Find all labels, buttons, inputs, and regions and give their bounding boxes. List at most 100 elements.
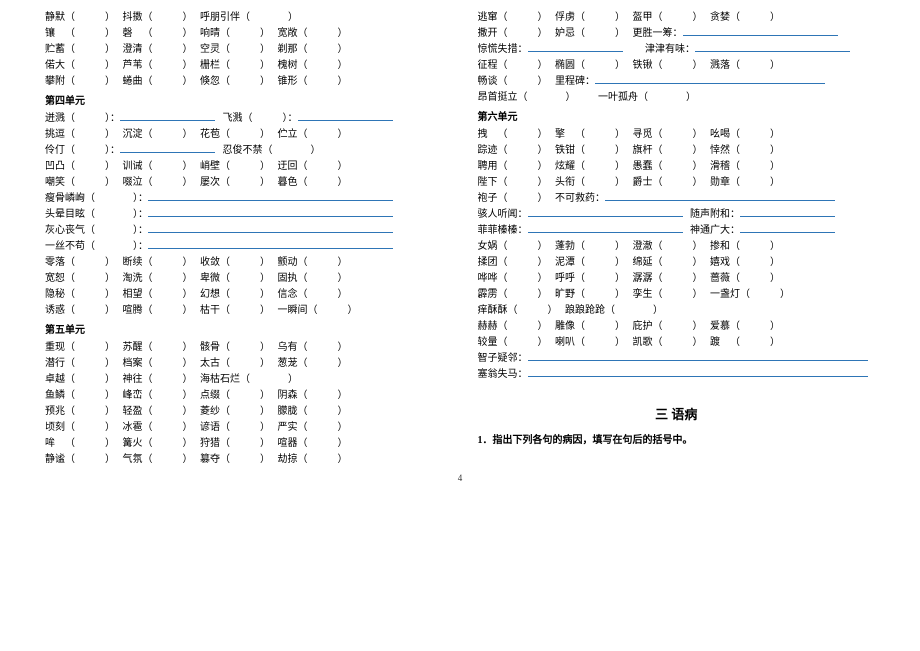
word: 卑微 — [200, 271, 220, 287]
word: 征程 — [478, 58, 498, 74]
word: 沉淀 — [123, 127, 143, 143]
word: 颤动 — [278, 255, 298, 271]
word: 抖擞 — [123, 10, 143, 26]
word: 俘虏 — [555, 10, 575, 26]
word: 较量 — [478, 335, 498, 351]
fill-blank — [683, 26, 838, 36]
fill-blank — [740, 223, 835, 233]
word: 屡次 — [200, 175, 220, 191]
fill-blank — [148, 191, 393, 201]
word: 袍子 — [478, 191, 498, 207]
word: 隐秘 — [45, 287, 65, 303]
word: 蜷曲 — [123, 74, 143, 90]
word: 逃窜 — [478, 10, 498, 26]
word: 点缀 — [200, 388, 220, 404]
word: 宽敞 — [278, 26, 298, 42]
word: 嬉戏 — [710, 255, 730, 271]
word: 拽 — [478, 127, 488, 143]
vocab-row: 偌大（） 芦苇（） 栅栏（） 槐树（） — [45, 58, 443, 74]
word: 预兆 — [45, 404, 65, 420]
word: 凹凸 — [45, 159, 65, 175]
word: 嘲笑 — [45, 175, 65, 191]
word: 陛下 — [478, 175, 498, 191]
vocab-row: 撒开（） 妒忌（） 更胜一筹： — [478, 26, 876, 42]
vocab-row: 重现（） 苏醒（） 骸骨（） 乌有（） — [45, 340, 443, 356]
word: 枯干 — [200, 303, 220, 319]
word: 篡夺 — [200, 452, 220, 468]
vocab-row: 攀附（） 蜷曲（） 倏忽（） 锥形（） — [45, 74, 443, 90]
instruction-text: 1．指出下列各句的病因，填写在句后的括号中。 — [478, 433, 876, 449]
word: 锥形 — [278, 74, 298, 90]
vocab-row: 女娲（） 蓬勃（） 澄澈（） 掺和（） — [478, 239, 876, 255]
word: 静默 — [45, 10, 65, 26]
word: 贪婪 — [710, 10, 730, 26]
word: 剃那 — [278, 42, 298, 58]
word: 谚语 — [200, 420, 220, 436]
fill-blank — [528, 367, 868, 377]
vocab-row: 霹雳（） 旷野（） 孪生（） 一盏灯（） — [478, 287, 876, 303]
word: 踱 — [710, 335, 720, 351]
fill-blank — [148, 207, 393, 217]
fill-blank — [605, 191, 835, 201]
word: 菲菲榛榛： — [478, 223, 528, 239]
word: 一瞬间 — [278, 303, 308, 319]
vocab-row: 零落（） 断续（） 收敛（） 颤动（） — [45, 255, 443, 271]
vocab-row: 昂首挺立（） 一叶孤舟（） — [478, 90, 876, 106]
word: 顷刻 — [45, 420, 65, 436]
word: 诱惑 — [45, 303, 65, 319]
word: 骸骨 — [200, 340, 220, 356]
word: 劫掠 — [278, 452, 298, 468]
word: 潺潺 — [633, 271, 653, 287]
vocab-row: 灰心丧气（）： — [45, 223, 443, 239]
word: 鱼鳞 — [45, 388, 65, 404]
word: 蓬勃 — [555, 239, 575, 255]
word: 啜泣 — [123, 175, 143, 191]
vocab-row: 拽 （） 擎 （） 寻觅（） 吆喝（） — [478, 127, 876, 143]
word: 收敛 — [200, 255, 220, 271]
word: 篝火 — [123, 436, 143, 452]
fill-blank — [528, 223, 683, 233]
vocab-row: 挑逗（） 沉淀（） 花苞（） 伫立（） — [45, 127, 443, 143]
fill-blank — [528, 207, 683, 217]
vocab-row: 塞翁失马： — [478, 367, 876, 383]
vocab-row: 较量（） 喇叭（） 凯歌（） 踱 （） — [478, 335, 876, 351]
word: 智子疑邻： — [478, 351, 528, 367]
vocab-row: 智子疑邻： — [478, 351, 876, 367]
word: 乌有 — [278, 340, 298, 356]
word: 淘洗 — [123, 271, 143, 287]
word: 训诫 — [123, 159, 143, 175]
word: 哗哗 — [478, 271, 498, 287]
word: 女娲 — [478, 239, 498, 255]
word: 花苞 — [200, 127, 220, 143]
vocab-row: 伶仃（）： 忍俊不禁（） — [45, 143, 443, 159]
word: 爱慕 — [710, 319, 730, 335]
word: 栅栏 — [200, 58, 220, 74]
vocab-row: 踪迹（） 铁钳（） 旗杆（） 悻然（） — [478, 143, 876, 159]
word: 喇叭 — [555, 335, 575, 351]
word: 攀附 — [45, 74, 65, 90]
word: 档案 — [123, 356, 143, 372]
word: 盔甲 — [633, 10, 653, 26]
vocab-row: 预兆（） 轻盈（） 菱纱（） 朦胧（） — [45, 404, 443, 420]
word: 揉团 — [478, 255, 498, 271]
word: 呼朋引伴 — [200, 10, 240, 26]
word: 苏醒 — [123, 340, 143, 356]
right-column: 逃窜（） 俘虏（） 盔甲（） 贪婪（） 撒开（） 妒忌（） 更胜一筹： 惊慌失措… — [478, 10, 876, 468]
word: 泥潭 — [555, 255, 575, 271]
word: 瘦骨嶙峋 — [45, 191, 85, 207]
vocab-row: 隐秘（） 相望（） 幻想（） 信念（） — [45, 287, 443, 303]
word: 头衔 — [555, 175, 575, 191]
word: 卓越 — [45, 372, 65, 388]
word: 旷野 — [555, 287, 575, 303]
word: 严实 — [278, 420, 298, 436]
fill-blank — [528, 351, 868, 361]
vocab-row: 聘用（） 炫耀（） 愚蠢（） 滑稽（） — [478, 159, 876, 175]
word: 海枯石烂 — [200, 372, 240, 388]
word: 溅落 — [710, 58, 730, 74]
word: 幻想 — [200, 287, 220, 303]
word: 灰心丧气 — [45, 223, 85, 239]
word: 里程碑： — [555, 74, 595, 90]
vocab-row: 贮蓄（） 澄清（） 空灵（） 剃那（） — [45, 42, 443, 58]
word: 椭圆 — [555, 58, 575, 74]
word: 气氛 — [123, 452, 143, 468]
